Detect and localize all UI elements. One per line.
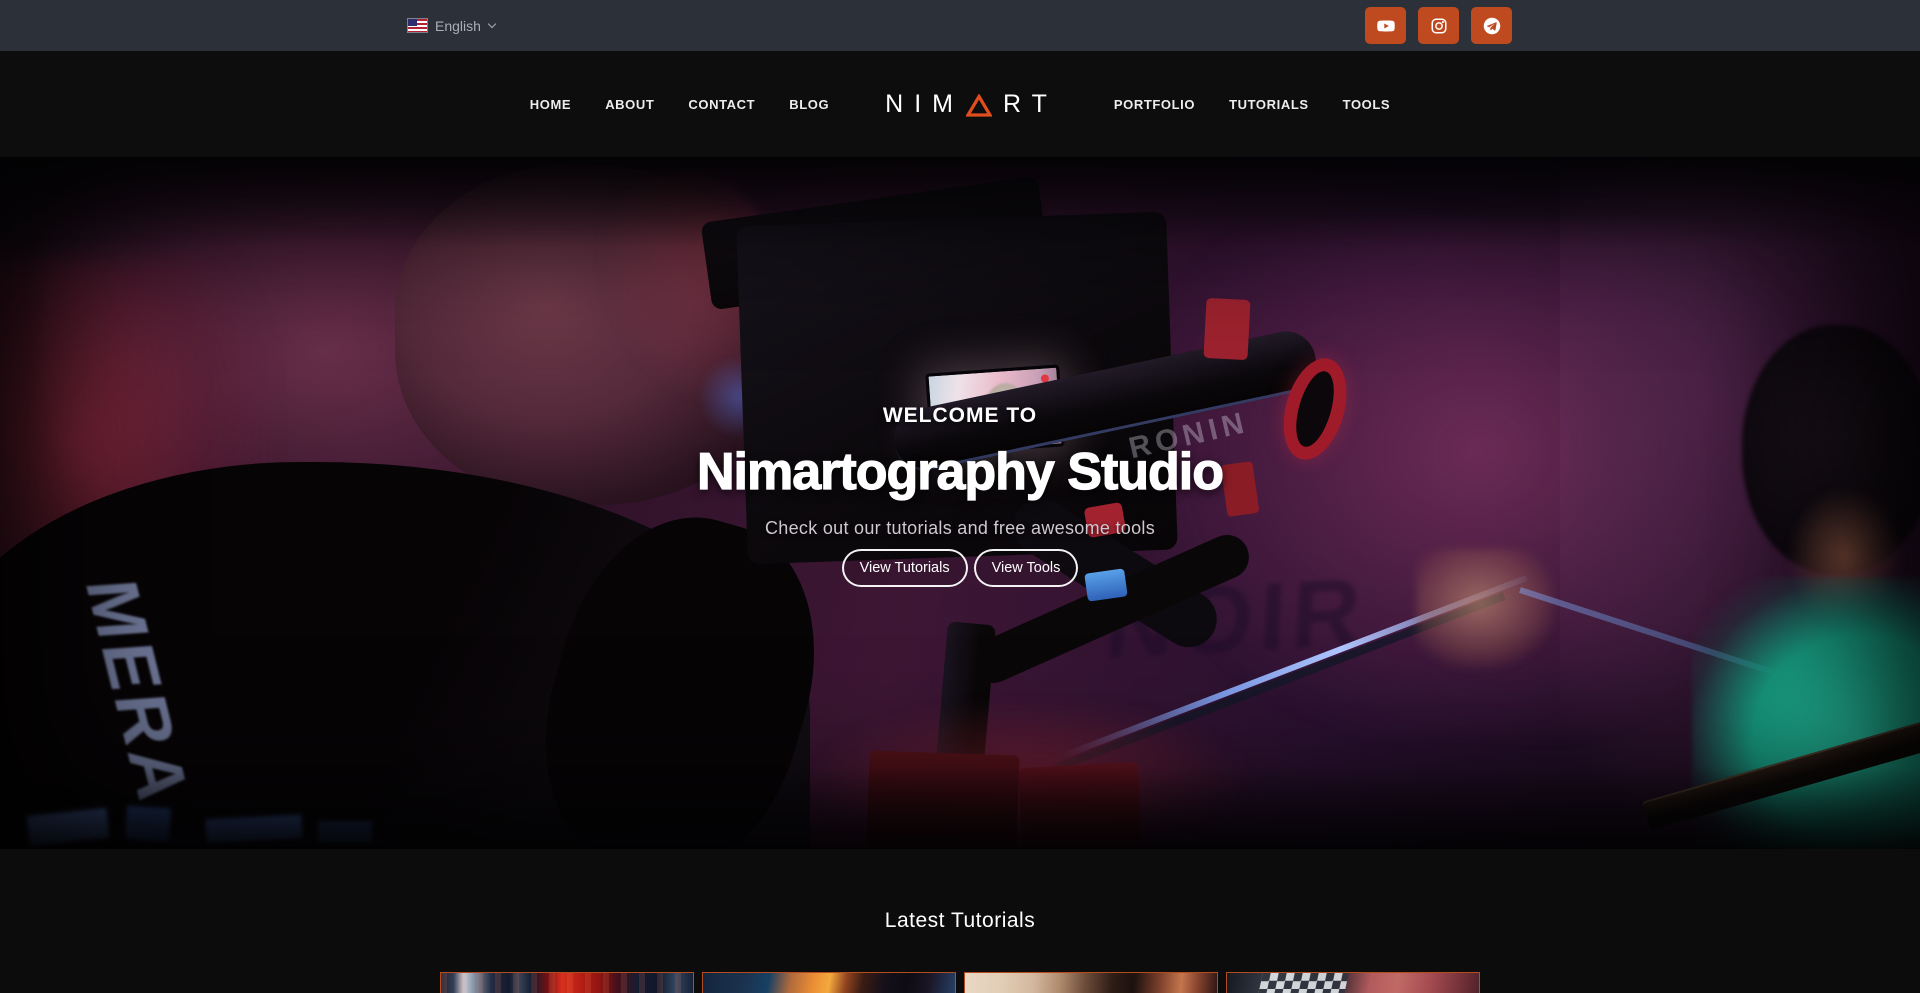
photo-blue-streak-2 bbox=[125, 806, 171, 843]
latest-tutorials-heading: Latest Tutorials bbox=[0, 903, 1920, 939]
tutorial-thumbnail-4[interactable] bbox=[1226, 972, 1480, 993]
telegram-icon bbox=[1483, 17, 1501, 35]
photo-mic-stand bbox=[1059, 575, 1528, 760]
photo-red-handle bbox=[929, 259, 1020, 336]
tutorial-thumbnail-2[interactable] bbox=[702, 972, 956, 993]
view-tools-button[interactable]: View Tools bbox=[974, 549, 1079, 587]
photo-blue-streak-3 bbox=[205, 815, 302, 844]
tutorial-thumbnail-3[interactable] bbox=[964, 972, 1218, 993]
main-navbar: HOME ABOUT CONTACT BLOG NIM RT PORTFOLIO… bbox=[0, 51, 1920, 157]
hero-content: WELCOME TO Nimartography Studio Check ou… bbox=[0, 401, 1920, 587]
instagram-icon bbox=[1430, 17, 1448, 35]
photo-camera-grip bbox=[752, 221, 887, 321]
hero-buttons: View Tutorials View Tools bbox=[0, 549, 1920, 587]
nav-link-portfolio[interactable]: PORTFOLIO bbox=[1114, 97, 1195, 112]
youtube-icon bbox=[1377, 17, 1395, 35]
site-logo[interactable]: NIM RT bbox=[885, 90, 1058, 119]
photo-guitar-neck bbox=[1642, 713, 1920, 830]
photo-drum-1 bbox=[866, 750, 1019, 849]
photo-mic-boom bbox=[1519, 587, 1920, 722]
tutorial-thumbnail-1[interactable] bbox=[440, 972, 694, 993]
nav-link-tutorials[interactable]: TUTORIALS bbox=[1229, 97, 1309, 112]
nav-left-group: HOME ABOUT CONTACT BLOG bbox=[530, 97, 829, 112]
nav-link-tools[interactable]: TOOLS bbox=[1343, 97, 1391, 112]
nav-link-home[interactable]: HOME bbox=[530, 97, 571, 112]
social-links bbox=[1365, 7, 1512, 44]
nav-right-group: PORTFOLIO TUTORIALS TOOLS bbox=[1114, 97, 1390, 112]
photo-teal-shirt bbox=[1692, 577, 1920, 849]
photo-drum-2 bbox=[1018, 762, 1142, 849]
chevron-down-icon bbox=[488, 19, 496, 27]
tutorial-thumbnails-row bbox=[0, 972, 1920, 993]
logo-text-right: RT bbox=[1003, 90, 1058, 119]
language-label: English bbox=[435, 18, 481, 34]
nav-link-blog[interactable]: BLOG bbox=[789, 97, 829, 112]
hero-kicker: WELCOME TO bbox=[0, 401, 1920, 431]
view-tutorials-button[interactable]: View Tutorials bbox=[842, 549, 968, 587]
photo-camera-top-handle bbox=[701, 176, 1050, 310]
hero-title: Nimartography Studio bbox=[0, 435, 1920, 509]
photo-bottom-fade bbox=[0, 767, 1920, 849]
topbar: English bbox=[0, 0, 1920, 51]
telegram-button[interactable] bbox=[1471, 7, 1512, 44]
photo-head-red-rim-light bbox=[585, 172, 785, 422]
photo-top-fade bbox=[0, 157, 1920, 247]
nav-link-contact[interactable]: CONTACT bbox=[688, 97, 755, 112]
photo-gimbal-pole bbox=[928, 621, 996, 849]
logo-text-left: NIM bbox=[885, 90, 964, 119]
youtube-button[interactable] bbox=[1365, 7, 1406, 44]
photo-mic-stand-shadow bbox=[1055, 592, 1506, 771]
photo-red-bracket bbox=[1203, 298, 1250, 360]
latest-tutorials-section: Latest Tutorials bbox=[0, 849, 1920, 993]
language-selector[interactable]: English bbox=[408, 18, 495, 34]
us-flag-icon bbox=[408, 19, 427, 32]
photo-blue-streak-1 bbox=[27, 808, 110, 846]
topbar-inner: English bbox=[408, 0, 1512, 51]
logo-triangle-icon bbox=[966, 94, 992, 117]
nav-link-about[interactable]: ABOUT bbox=[605, 97, 654, 112]
hero-section: NOIR MERA RONIN bbox=[0, 157, 1920, 849]
instagram-button[interactable] bbox=[1418, 7, 1459, 44]
hero-subtitle: Check out our tutorials and free awesome… bbox=[0, 515, 1920, 541]
photo-blue-streak-4 bbox=[318, 821, 372, 843]
photo-red-drum-glow bbox=[810, 702, 1250, 849]
page: English bbox=[0, 0, 1920, 993]
